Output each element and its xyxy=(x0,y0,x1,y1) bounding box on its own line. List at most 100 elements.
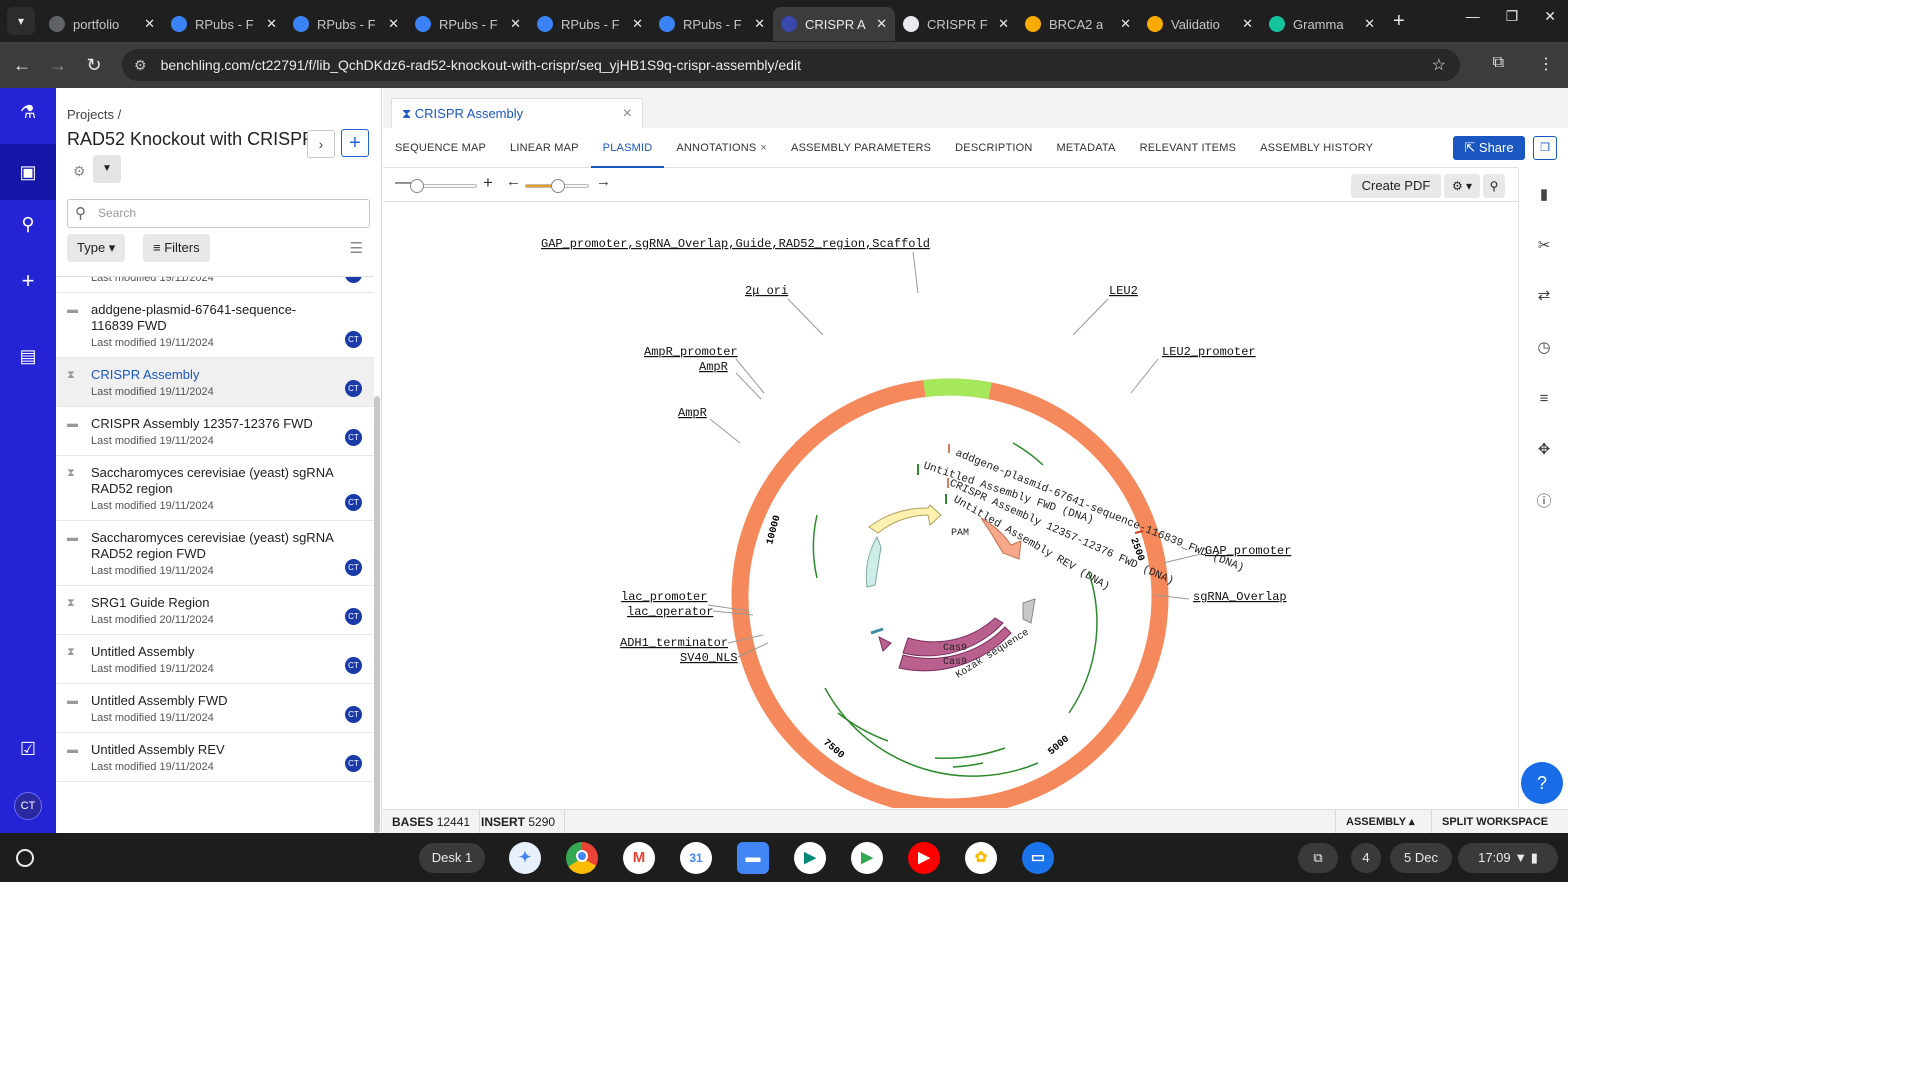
create-icon[interactable]: + xyxy=(0,268,56,294)
type-filter-button[interactable]: Type ▾ xyxy=(67,234,126,262)
bookmark-icon[interactable]: ▮ xyxy=(1519,185,1569,203)
browser-tab[interactable]: RPubs - F ✕ xyxy=(407,7,529,41)
browser-tab[interactable]: RPubs - F ✕ xyxy=(651,7,773,41)
settings-gear-icon[interactable]: ⚙ xyxy=(73,163,86,180)
view-tab[interactable]: Linear Map xyxy=(498,128,591,168)
browser-tab[interactable]: BRCA2 a ✕ xyxy=(1017,7,1139,41)
view-tab[interactable]: Assembly History xyxy=(1248,128,1385,168)
assembly-toggle[interactable]: ASSEMBLY ▴ xyxy=(1335,810,1425,834)
projects-icon[interactable]: ▣ xyxy=(0,144,56,200)
tab-close-icon[interactable]: ✕ xyxy=(388,16,399,32)
file-list-item[interactable]: ▬ Untitled Assembly FWD Last modified 19/1… xyxy=(56,684,374,733)
view-options-icon[interactable]: ☰ xyxy=(350,239,363,257)
annotation-arc[interactable] xyxy=(952,762,984,768)
split-workspace-button[interactable]: SPLIT WORKSPACE xyxy=(1431,810,1558,834)
feature-label[interactable]: Guide xyxy=(735,237,771,251)
tab-close-icon[interactable]: ✕ xyxy=(144,16,155,32)
browser-tab[interactable]: RPubs - F ✕ xyxy=(163,7,285,41)
meet-icon[interactable]: ▶ xyxy=(794,842,826,874)
document-tab[interactable]: ⧗ CRISPR Assembly × xyxy=(391,98,643,128)
annotation-arc[interactable] xyxy=(1068,572,1098,714)
rotation-slider[interactable] xyxy=(525,179,589,193)
browser-tab[interactable]: RPubs - F ✕ xyxy=(529,7,651,41)
create-pdf-button[interactable]: Create PDF xyxy=(1351,174,1441,198)
feature-label[interactable]: sgRNA_Overlap xyxy=(1193,590,1287,604)
address-bar[interactable]: ⚙ benchling.com/ct22791/f/lib_QchDKdz6-r… xyxy=(122,49,1460,81)
guide-region-highlight[interactable] xyxy=(923,378,992,400)
browser-tab[interactable]: Validatio ✕ xyxy=(1139,7,1261,41)
filters-button[interactable]: ≡ Filters xyxy=(143,234,210,262)
extensions-icon[interactable]: ⧉ xyxy=(1493,54,1504,74)
view-tab[interactable]: Sequence Map xyxy=(383,128,498,168)
annotation-arc[interactable] xyxy=(824,687,1039,777)
feature-label[interactable]: SV40_NLS xyxy=(680,651,738,665)
file-list-item[interactable]: ⧗ CRISPR Assembly Last modified 19/11/2024… xyxy=(56,358,374,407)
feature-label[interactable]: 2μ ori xyxy=(745,284,788,298)
tab-close-icon[interactable]: ✕ xyxy=(998,16,1009,32)
close-window-icon[interactable]: ✕ xyxy=(1544,8,1556,25)
launcher-icon[interactable] xyxy=(16,849,34,867)
help-button[interactable]: ? xyxy=(1521,762,1563,804)
youtube-icon[interactable]: ▶ xyxy=(908,842,940,874)
feature-marker[interactable] xyxy=(878,636,892,652)
plasmid-map[interactable]: 2500 5000 7500 10000 addgene-plasmid-676… xyxy=(383,203,1518,808)
history-icon[interactable]: ◷ xyxy=(1519,338,1569,356)
view-tab[interactable]: Relevant Items xyxy=(1128,128,1249,168)
user-avatar[interactable]: CT xyxy=(14,792,42,820)
chrome-icon[interactable] xyxy=(566,842,598,874)
gmail-icon[interactable]: M xyxy=(623,842,655,874)
feature-label[interactable]: lac_operator xyxy=(627,605,713,619)
calendar-icon[interactable]: 31 xyxy=(680,842,712,874)
feature-label[interactable]: ADH1_terminator xyxy=(620,636,728,650)
move-icon[interactable]: ✥ xyxy=(1519,440,1569,458)
browser-menu-icon[interactable]: ⋮ xyxy=(1538,54,1554,74)
gemini-icon[interactable]: ✦ xyxy=(509,842,541,874)
scissors-icon[interactable]: ✂ xyxy=(1519,236,1569,254)
files-icon[interactable]: ▬ xyxy=(737,842,769,874)
new-tab-button[interactable]: + xyxy=(1393,10,1405,33)
tab-close-icon[interactable]: ✕ xyxy=(876,16,887,32)
tab-search-button[interactable]: ▾ xyxy=(7,7,35,35)
view-tab[interactable]: Plasmid xyxy=(590,128,665,168)
rotate-right-icon[interactable]: → xyxy=(596,173,611,190)
tab-close-icon[interactable]: ✕ xyxy=(632,16,643,32)
view-tab[interactable]: Annotations × xyxy=(664,128,779,168)
inbox-icon[interactable]: ▤ xyxy=(0,346,56,367)
file-list-item[interactable]: ▬ Saccharomyces cerevisiae (yeast) sgRNA … xyxy=(56,521,374,586)
site-info-icon[interactable]: ⚙ xyxy=(134,57,147,74)
play-store-icon[interactable]: ▶ xyxy=(851,842,883,874)
browser-tab[interactable]: Gramma ✕ xyxy=(1261,7,1383,41)
back-icon[interactable]: ← xyxy=(4,55,40,76)
benchling-logo-icon[interactable]: ⚗ xyxy=(0,102,56,123)
feature-yellow[interactable] xyxy=(868,504,942,534)
restore-icon[interactable]: ❐ xyxy=(1506,8,1519,25)
feature-label[interactable]: AmpR_promoter xyxy=(644,345,738,359)
tab-close-icon[interactable]: ✕ xyxy=(1364,16,1375,32)
feature-teal[interactable] xyxy=(865,535,882,588)
photos-icon[interactable]: ✿ xyxy=(965,842,997,874)
close-tab-icon[interactable]: × xyxy=(760,142,767,154)
date-display[interactable]: 5 Dec xyxy=(1390,843,1452,873)
tab-close-icon[interactable]: ✕ xyxy=(510,16,521,32)
search-input[interactable]: ⚲ Search xyxy=(67,199,370,228)
file-list-item[interactable]: ▬ CRISPR Assembly 12357-12376 FWD Last mod… xyxy=(56,407,374,456)
breadcrumb[interactable]: Projects / xyxy=(67,107,121,122)
feature-label[interactable]: sgRNA_Overlap xyxy=(635,237,729,251)
forward-icon[interactable]: → xyxy=(40,55,76,76)
cas9-label[interactable]: Cas9 xyxy=(943,643,967,654)
feature-label[interactable]: GAP_promoter xyxy=(541,237,627,251)
browser-tab[interactable]: portfolio ✕ xyxy=(41,7,163,41)
feature-label[interactable]: LEU2 xyxy=(1109,284,1138,298)
browser-tab[interactable]: CRISPR A ✕ xyxy=(773,7,895,41)
file-list-item[interactable]: ⧗ Untitled Assembly Last modified 19/11/20… xyxy=(56,635,374,684)
annotation-arc[interactable] xyxy=(812,514,818,579)
file-list-item[interactable]: Last modified 19/11/2024 CT xyxy=(56,277,374,293)
zoom-in-icon[interactable]: + xyxy=(483,173,493,193)
share-button[interactable]: ⇱ Share xyxy=(1453,136,1525,160)
feature-label[interactable]: AmpR xyxy=(678,406,707,420)
file-list-scrollbar[interactable] xyxy=(374,396,380,833)
feature-label[interactable]: RAD52_region xyxy=(779,237,865,251)
tab-close-icon[interactable]: ✕ xyxy=(1242,16,1253,32)
feature-label[interactable]: LEU2_promoter xyxy=(1162,345,1256,359)
pam-label[interactable]: PAM xyxy=(951,528,969,539)
